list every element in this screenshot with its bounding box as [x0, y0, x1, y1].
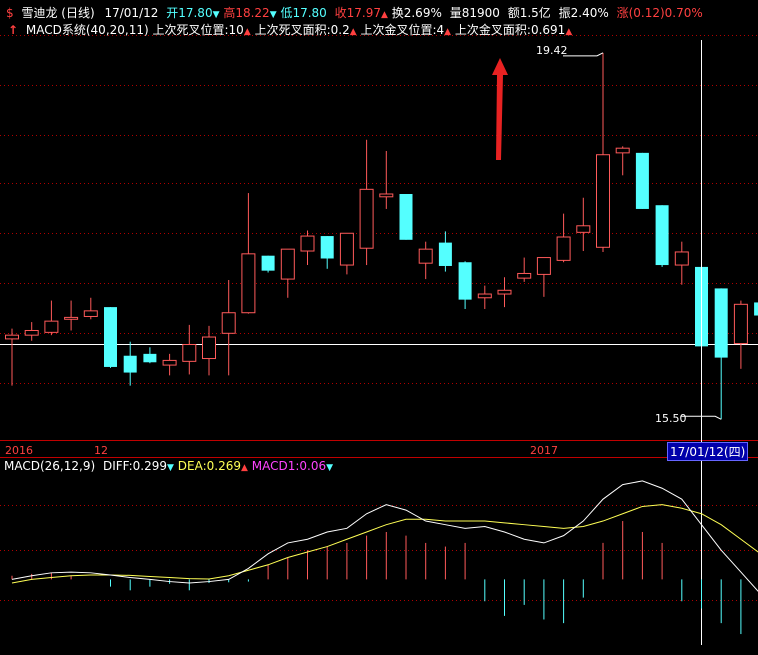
triangle-icon: ▲: [349, 27, 357, 37]
price-change: 涨(0.12)0.70%: [616, 6, 703, 20]
candle-body: [655, 205, 669, 266]
candle-body: [497, 289, 512, 295]
candle-body: [83, 310, 98, 317]
candle-body: [714, 288, 728, 358]
macd-system-label: MACD系统(40,20,11): [25, 23, 149, 37]
candle-body: [24, 329, 39, 336]
indicator-info-bar: ↑ MACD系统(40,20,11) 上次死叉位置:10▲ 上次死叉面积:0.2…: [0, 21, 572, 38]
candle-body: [104, 307, 117, 367]
candle-body: [576, 225, 591, 233]
candle-body: [202, 336, 216, 360]
candle-body: [320, 236, 334, 259]
candle-body: [182, 344, 197, 362]
open-price: 开17.80: [166, 6, 213, 20]
candle-body: [300, 235, 315, 252]
candle-body: [261, 255, 275, 271]
candle-body: [674, 251, 689, 266]
candle-body: [221, 312, 236, 334]
candle-body: [458, 262, 472, 300]
candle-body: [44, 320, 59, 333]
candle-body: [359, 188, 374, 249]
candle-body: [477, 293, 492, 299]
close-arrow-icon: ▲: [380, 10, 388, 20]
candle-body: [517, 272, 532, 279]
candle-body: [5, 334, 19, 340]
amount: 额1.5亿: [507, 6, 551, 20]
dea-value: DEA:0.269: [177, 459, 241, 473]
amplitude: 振2.40%: [558, 6, 609, 20]
candle-body: [399, 193, 413, 240]
candle-body: [379, 193, 394, 198]
cursor-date-label: 17/01/12(四): [667, 442, 749, 461]
candle-body: [438, 242, 452, 266]
candle-body: [123, 355, 137, 373]
macd-label: MACD(26,12,9): [4, 459, 96, 473]
last-golden-cross-area: 上次金叉面积:0.691: [454, 23, 566, 37]
flag-icon: $: [6, 6, 14, 20]
triangle-icon: ▲: [243, 27, 251, 37]
low-price: 低17.80: [280, 6, 327, 20]
candle-body: [635, 152, 649, 209]
candle-body: [615, 147, 630, 154]
high-arrow-icon: ▼: [269, 10, 277, 20]
up-arrow-icon: ↑: [8, 23, 19, 37]
candle-body: [339, 232, 354, 266]
low-price-label: 15.50: [655, 412, 687, 425]
triangle-icon: ▲: [444, 27, 452, 37]
last-golden-cross-position: 上次金叉位置:4: [360, 23, 445, 37]
price-info-bar: $ 雪迪龙 (日线) 17/01/12 开17.80▼ 高18.22▼ 低17.…: [0, 4, 703, 21]
axis-label-2016: 2016: [5, 444, 33, 457]
high-leader-line: [563, 52, 604, 57]
dea-line: [11, 504, 758, 584]
candle-body: [162, 359, 177, 366]
last-dead-cross-position: 上次死叉位置:10: [152, 23, 244, 37]
close-price: 收17.97: [334, 6, 381, 20]
candle-body: [596, 154, 610, 248]
macd1-value: MACD1:0.06: [251, 459, 327, 473]
last-dead-cross-area: 上次死叉面积:0.2: [254, 23, 350, 37]
current-date: 17/01/12: [104, 6, 159, 20]
candle-body: [754, 302, 758, 316]
candle-body: [64, 316, 79, 320]
diff-arrow-icon: ▼: [167, 463, 174, 473]
open-arrow-icon: ▼: [212, 10, 220, 20]
candle-body: [241, 253, 256, 314]
candle-body: [733, 303, 748, 345]
up-arrow-annotation: [492, 58, 508, 160]
candle-body: [418, 248, 433, 264]
stock-name: 雪迪龙 (日线): [21, 6, 95, 20]
candle-body: [143, 353, 157, 363]
axis-label-12: 12: [94, 444, 108, 457]
diff-value: DIFF:0.299: [102, 459, 168, 473]
dea-arrow-icon: ▲: [241, 463, 248, 473]
macd1-arrow-icon: ▼: [326, 463, 334, 473]
volume: 量81900: [449, 6, 500, 20]
candle-body: [536, 257, 551, 275]
diff-line: [11, 480, 758, 592]
triangle-icon: ▲: [565, 27, 573, 37]
stock-chart[interactable]: [0, 0, 758, 655]
macd-info-bar: MACD(26,12,9) DIFF:0.299▼ DEA:0.269▲ MAC…: [0, 459, 333, 473]
high-price-label: 19.42: [536, 44, 568, 57]
candle-body: [280, 248, 295, 280]
high-price: 高18.22: [223, 6, 270, 20]
axis-label-2017: 2017: [530, 444, 558, 457]
turnover-rate: 换2.69%: [391, 6, 442, 20]
candle-body: [556, 236, 571, 261]
